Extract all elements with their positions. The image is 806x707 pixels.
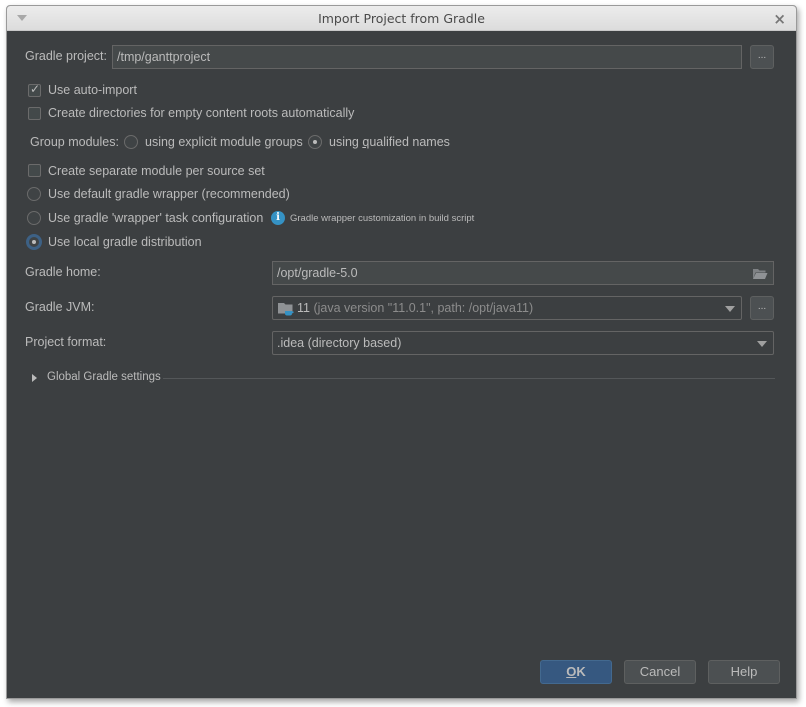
gradle-home-label: Gradle home: — [25, 265, 101, 279]
jdk-folder-icon — [278, 303, 294, 316]
gradle-jvm-select[interactable]: 11 (java version "11.0.1", path: /opt/ja… — [272, 296, 742, 320]
gradle-home-input[interactable]: /opt/gradle-5.0 — [272, 261, 774, 285]
explicit-groups-label[interactable]: using explicit module groups — [145, 135, 303, 149]
project-format-select[interactable]: .idea (directory based) — [272, 331, 774, 355]
project-format-label: Project format: — [25, 335, 107, 349]
gradle-jvm-label: Gradle JVM: — [25, 300, 95, 314]
wrapper-hint: Gradle wrapper customization in build sc… — [290, 213, 475, 224]
section-separator — [163, 378, 775, 379]
wrapper-task-radio[interactable] — [27, 211, 41, 225]
import-gradle-dialog: Import Project from Gradle × Gradle proj… — [6, 5, 797, 699]
close-icon[interactable]: × — [773, 10, 786, 28]
qualified-names-label[interactable]: using qualified names — [329, 135, 450, 149]
auto-import-checkbox[interactable]: ✓ — [28, 82, 41, 97]
project-format-value: .idea (directory based) — [277, 336, 402, 350]
default-wrapper-radio[interactable] — [27, 187, 41, 201]
separate-module-checkbox[interactable] — [28, 164, 41, 177]
create-directories-checkbox[interactable] — [28, 107, 41, 120]
qualified-names-radio[interactable] — [308, 135, 322, 149]
gradle-project-input[interactable]: /tmp/ganttproject — [112, 45, 742, 69]
jvm-version: 11 — [297, 301, 310, 315]
expand-triangle-icon[interactable] — [32, 374, 37, 382]
help-button[interactable]: Help — [708, 660, 780, 684]
checkmark-icon: ✓ — [30, 82, 41, 96]
dialog-title: Import Project from Gradle — [318, 11, 485, 26]
cancel-button[interactable]: Cancel — [624, 660, 696, 684]
gradle-home-value: /opt/gradle-5.0 — [277, 266, 358, 280]
gradle-jvm-browse-button[interactable]: ... — [750, 296, 774, 320]
chevron-down-icon — [757, 341, 767, 347]
auto-import-label[interactable]: Use auto-import — [48, 83, 137, 97]
info-icon: i — [271, 211, 285, 225]
title-bar[interactable]: Import Project from Gradle × — [7, 6, 796, 31]
global-gradle-settings-toggle[interactable]: Global Gradle settings — [47, 371, 161, 383]
explicit-groups-radio[interactable] — [124, 135, 138, 149]
jvm-detail: (java version "11.0.1", path: /opt/java1… — [313, 301, 534, 315]
chevron-down-icon — [725, 306, 735, 312]
default-wrapper-label[interactable]: Use default gradle wrapper (recommended) — [48, 187, 290, 201]
local-distribution-label[interactable]: Use local gradle distribution — [48, 235, 202, 249]
create-directories-label[interactable]: Create directories for empty content roo… — [48, 106, 354, 120]
separate-module-label[interactable]: Create separate module per source set — [48, 164, 265, 178]
wrapper-task-label[interactable]: Use gradle 'wrapper' task configuration — [48, 211, 263, 225]
local-distribution-radio[interactable] — [26, 234, 42, 250]
gradle-project-browse-button[interactable]: ... — [750, 45, 774, 69]
group-modules-label: Group modules: — [30, 135, 119, 149]
gradle-project-label: Gradle project: — [25, 49, 107, 63]
ok-button[interactable]: OK — [540, 660, 612, 684]
dialog-content: Gradle project: /tmp/ganttproject ... ✓ … — [7, 31, 796, 698]
folder-open-icon[interactable] — [752, 267, 768, 280]
